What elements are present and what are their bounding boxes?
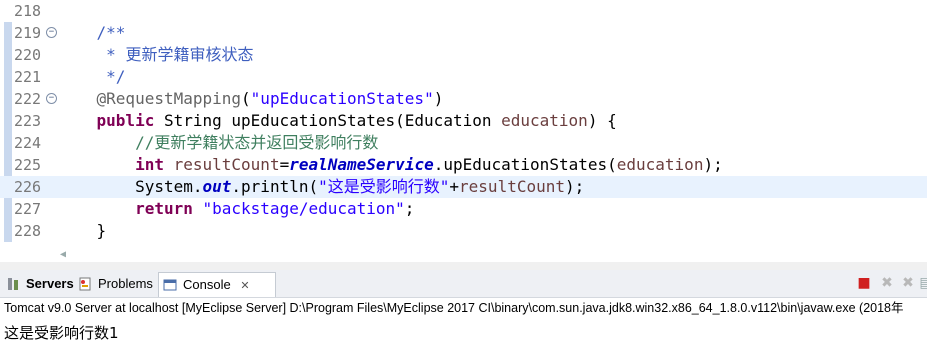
line-number: 221 [14, 68, 42, 86]
console-process-label: Tomcat v9.0 Server at localhost [MyEclip… [4, 301, 904, 315]
code-token: System. [135, 177, 203, 196]
line-number: 219 [14, 24, 42, 42]
problems-icon [79, 277, 91, 291]
remove-all-icon[interactable]: ✖ [900, 275, 916, 291]
code-token: ); [703, 155, 723, 174]
code-token: public [96, 111, 155, 130]
line-number: 226 [14, 178, 42, 196]
code-token: resultCount [459, 177, 565, 196]
code-token: ( [241, 89, 251, 108]
code-token: resultCount [173, 155, 280, 174]
tab-problems-label: Problems [98, 276, 153, 291]
code-line[interactable]: 221 */ [0, 66, 927, 88]
fold-toggle-icon[interactable]: − [46, 27, 57, 38]
code-token: int [135, 155, 164, 174]
code-token: "这是受影响行数" [318, 177, 450, 196]
code-editor[interactable]: 218 219− /** 220 * 更新学籍审核状态 221 */222− @Req… [0, 0, 927, 262]
tab-servers-label: Servers [26, 276, 74, 291]
bottom-panel-tabs: Servers Problems Console ✕ [0, 270, 927, 298]
code-token: } [96, 221, 107, 240]
clear-console-icon[interactable]: ▤ [918, 275, 927, 291]
code-line[interactable]: 219− /** [0, 22, 927, 44]
code-line[interactable]: 226 System.out.println("这是受影响行数"+resultC… [0, 176, 927, 198]
tab-console[interactable]: Console ✕ [158, 272, 276, 297]
remove-launch-icon[interactable]: ✖ [879, 275, 895, 291]
close-icon[interactable]: ✕ [240, 280, 249, 292]
line-number: 220 [14, 46, 42, 64]
code-text: //更新学籍状态并返回受影响行数 [58, 132, 378, 154]
code-token: "backstage/education" [202, 199, 405, 218]
tab-console-label: Console [183, 277, 231, 292]
code-text: /** [58, 22, 126, 44]
code-text: public String upEducationStates(Educatio… [58, 110, 617, 132]
code-line[interactable]: 218 [0, 0, 927, 22]
tab-servers[interactable]: Servers [2, 272, 74, 296]
code-text: @RequestMapping("upEducationStates") [58, 88, 444, 110]
code-text: return "backstage/education"; [58, 198, 414, 220]
horizontal-scrollbar[interactable]: ◀ [56, 247, 927, 262]
code-line[interactable]: 223 public String upEducationStates(Educ… [0, 110, 927, 132]
code-line[interactable]: 228 } [0, 220, 927, 242]
code-token: ) [433, 89, 444, 108]
code-text: System.out.println("这是受影响行数"+resultCount… [58, 176, 584, 198]
console-output[interactable]: 这是受影响行数1 [4, 322, 119, 344]
code-token: out [202, 177, 232, 196]
panel-separator[interactable] [0, 262, 927, 270]
code-line[interactable]: 225 int resultCount=realNameService.upEd… [0, 154, 927, 176]
code-token: ) { [587, 111, 617, 130]
line-number: 218 [14, 2, 42, 20]
servers-icon [8, 278, 18, 290]
code-token: = [279, 155, 290, 174]
code-token: realNameService [289, 155, 434, 174]
code-token: return [135, 199, 193, 218]
code-token: ; [404, 199, 415, 218]
code-line[interactable]: 222− @RequestMapping("upEducationStates"… [0, 88, 927, 110]
code-token: String upEducationStates(Education [154, 111, 502, 130]
code-token: @RequestMapping [96, 89, 242, 108]
line-number: 222 [14, 90, 42, 108]
code-token: /** [96, 23, 126, 42]
code-token: */ [106, 67, 126, 86]
code-token: education [501, 111, 588, 130]
code-text: } [58, 220, 107, 242]
terminate-icon[interactable]: ■ [856, 275, 872, 291]
tab-problems[interactable]: Problems [74, 272, 153, 296]
code-token: education [616, 155, 704, 174]
scroll-left-icon[interactable]: ◀ [60, 247, 66, 262]
fold-toggle-icon[interactable]: − [46, 93, 57, 104]
code-token: * 更新学籍审核状态 [106, 45, 254, 64]
code-line[interactable]: 220 * 更新学籍审核状态 [0, 44, 927, 66]
line-number: 228 [14, 222, 42, 240]
line-number: 224 [14, 134, 42, 152]
code-line[interactable]: 224 //更新学籍状态并返回受影响行数 [0, 132, 927, 154]
line-number: 223 [14, 112, 42, 130]
line-number: 225 [14, 156, 42, 174]
code-text: */ [58, 66, 125, 88]
code-token: //更新学籍状态并返回受影响行数 [135, 133, 379, 152]
code-token: .upEducationStates( [433, 155, 617, 174]
code-token: "upEducationStates" [250, 89, 434, 108]
code-line[interactable]: 227 return "backstage/education"; [0, 198, 927, 220]
code-text: int resultCount=realNameService.upEducat… [58, 154, 723, 176]
line-number: 227 [14, 200, 42, 218]
code-token: ); [565, 177, 585, 196]
code-token: .println( [231, 177, 319, 196]
console-icon [163, 279, 177, 291]
code-token: + [449, 177, 460, 196]
code-text: * 更新学籍审核状态 [58, 44, 253, 66]
